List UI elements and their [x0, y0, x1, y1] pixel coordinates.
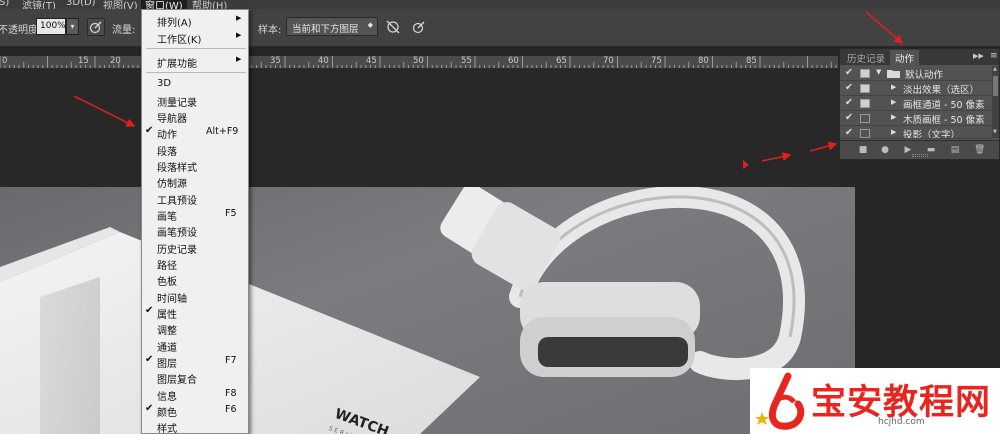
arrow-icon: [865, 11, 904, 44]
arrow-icon: [809, 141, 838, 152]
arrow-icon: [761, 152, 792, 162]
annotation-arrows: [73, 11, 904, 169]
arrow-icon: [73, 95, 136, 127]
arrow-icon: [743, 160, 749, 169]
